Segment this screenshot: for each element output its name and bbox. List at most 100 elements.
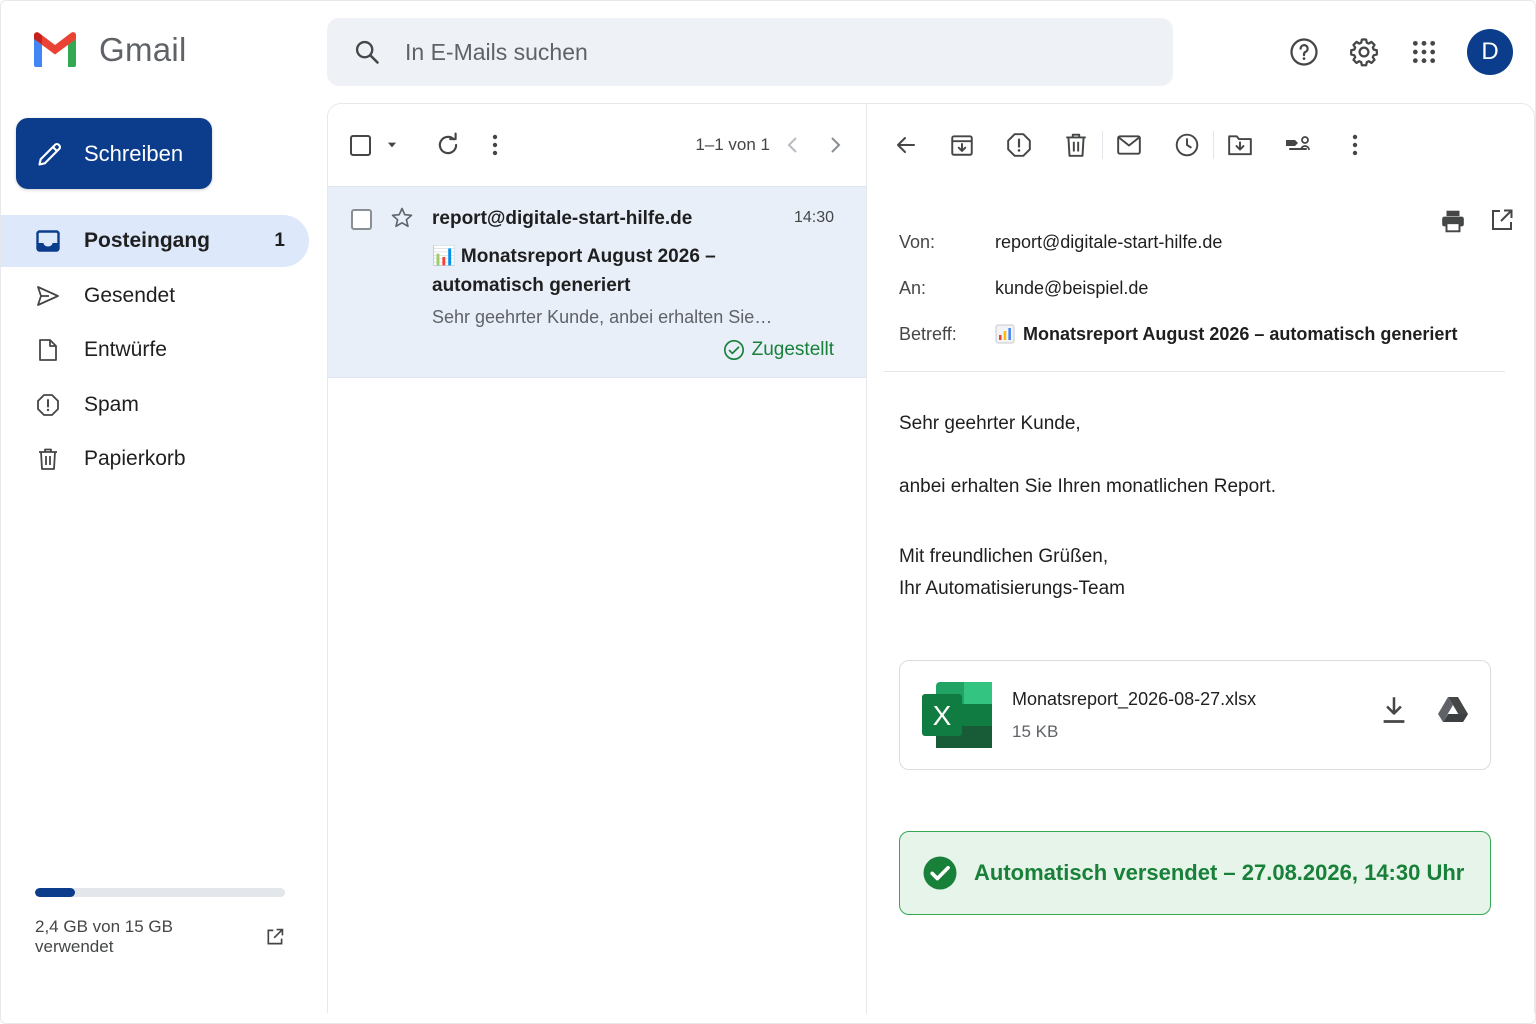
- star-icon[interactable]: [390, 206, 414, 230]
- sidebar-item-spam[interactable]: Spam: [1, 379, 309, 431]
- attachment-actions: [1380, 695, 1468, 725]
- help-icon: [1290, 38, 1318, 66]
- draft-icon: [39, 339, 57, 361]
- delivery-status: Zugestellt: [723, 339, 834, 361]
- archive-button[interactable]: [942, 125, 982, 165]
- chart-emoji-icon: [995, 324, 1015, 344]
- from-row: Von: report@digitale-start-hilfe.de: [899, 219, 1479, 265]
- subject-row: Betreff: Monatsreport August 2026 – auto…: [899, 311, 1479, 357]
- pager: 1–1 von 1: [695, 104, 842, 186]
- check-circle-icon: [723, 340, 744, 360]
- compose-label: Schreiben: [84, 140, 184, 166]
- label-icon: [1286, 136, 1310, 151]
- save-to-drive-icon[interactable]: [1438, 695, 1468, 723]
- select-all-checkbox[interactable]: [350, 134, 371, 156]
- app-name: Gmail: [99, 31, 187, 68]
- chevron-right-icon[interactable]: [828, 136, 842, 154]
- sidebar-item-label: Papierkorb: [84, 447, 186, 470]
- delivery-status-label: Zugestellt: [751, 339, 834, 360]
- reading-pane: Von: report@digitale-start-hilfe.de An: …: [868, 104, 1534, 1014]
- label-button[interactable]: [1278, 125, 1318, 165]
- inbox-icon: [36, 230, 60, 252]
- email-subject: 📊 Monatsreport August 2026 – automatisch…: [432, 246, 716, 296]
- storage-meter: 2,4 GB von 15 GB verwendet: [35, 888, 285, 957]
- sidebar-item-label: Entwürfe: [84, 338, 167, 361]
- header-divider: [884, 371, 1505, 372]
- move-to-folder-icon: [1228, 135, 1252, 156]
- sidebar-nav: Posteingang 1 Gesendet Entwürfe Spam Pap…: [1, 215, 309, 488]
- chevron-left-icon[interactable]: [786, 136, 800, 154]
- archive-icon: [951, 135, 973, 156]
- spam-icon: [37, 393, 59, 416]
- attachment-card[interactable]: X Monatsreport_2026-08-27.xlsx 15 KB: [899, 660, 1491, 770]
- more-vert-icon: [1352, 134, 1358, 156]
- body-greeting: Sehr geehrter Kunde,: [899, 413, 1081, 434]
- row-checkbox[interactable]: [351, 209, 372, 230]
- body-closing: Mit freundlichen Grüßen,: [899, 546, 1109, 567]
- settings-button[interactable]: [1345, 27, 1383, 77]
- search-bar[interactable]: [327, 18, 1173, 86]
- toolbar-divider: [1213, 131, 1214, 159]
- excel-letter: X: [933, 700, 952, 731]
- from-address[interactable]: report@digitale-start-hilfe.de: [995, 232, 1222, 253]
- sidebar-item-inbox[interactable]: Posteingang 1: [1, 215, 309, 267]
- download-icon[interactable]: [1380, 695, 1408, 725]
- delete-button[interactable]: [1056, 125, 1096, 165]
- move-to-button[interactable]: [1220, 125, 1260, 165]
- subject-value: Monatsreport August 2026 – automatisch g…: [995, 324, 1457, 345]
- attachment-size: 15 KB: [1012, 721, 1059, 741]
- arrow-left-icon: [897, 137, 915, 153]
- sidebar-item-sent[interactable]: Gesendet: [1, 270, 309, 322]
- body-signature: Ihr Automatisierungs-Team: [899, 578, 1125, 599]
- back-button[interactable]: [886, 125, 926, 165]
- trash-icon: [1066, 133, 1086, 157]
- refresh-icon[interactable]: [435, 132, 461, 158]
- select-dropdown-icon[interactable]: [385, 138, 399, 152]
- report-spam-button[interactable]: [999, 125, 1039, 165]
- mark-unread-button[interactable]: [1109, 125, 1149, 165]
- excel-file-icon: X: [922, 682, 992, 748]
- more-vert-icon[interactable]: [491, 133, 499, 157]
- storage-bar-fill: [35, 888, 75, 897]
- sidebar-item-label: Posteingang: [84, 229, 211, 252]
- help-button[interactable]: [1285, 27, 1323, 77]
- snooze-button[interactable]: [1167, 125, 1207, 165]
- email-preview: Sehr geehrter Kunde, anbei erhalten Sie…: [432, 307, 773, 327]
- trash-icon: [39, 448, 57, 470]
- send-icon: [37, 285, 59, 306]
- toolbar-divider: [1102, 131, 1103, 159]
- pencil-icon: [38, 142, 62, 166]
- sidebar-item-label: Gesendet: [84, 283, 176, 307]
- auto-sent-banner: Automatisch versendet – 27.08.2026, 14:3…: [899, 831, 1491, 915]
- email-sender: report@digitale-start-hilfe.de: [432, 208, 693, 229]
- gmail-logo[interactable]: Gmail: [31, 31, 187, 69]
- report-spam-icon: [1007, 133, 1031, 157]
- search-input[interactable]: [405, 38, 1105, 66]
- to-label: An:: [899, 277, 927, 298]
- to-address[interactable]: kunde@beispiel.de: [995, 278, 1148, 299]
- email-time: 14:30: [793, 209, 834, 226]
- more-options-button[interactable]: [1335, 125, 1375, 165]
- sidebar-item-trash[interactable]: Papierkorb: [1, 433, 309, 485]
- message-header: Von: report@digitale-start-hilfe.de An: …: [899, 219, 1479, 357]
- subject-text: Monatsreport August 2026 – automatisch g…: [1023, 323, 1458, 344]
- subject-label: Betreff:: [899, 323, 957, 344]
- auto-sent-text: Automatisch versendet – 27.08.2026, 14:3…: [974, 860, 1465, 885]
- email-row[interactable]: report@digitale-start-hilfe.de 14:30 📊 M…: [328, 186, 866, 378]
- external-link-icon[interactable]: [265, 927, 285, 947]
- apps-button[interactable]: [1405, 27, 1443, 77]
- account-avatar[interactable]: D: [1467, 29, 1513, 75]
- clock-icon: [1175, 133, 1199, 157]
- gmail-m-icon: [34, 32, 76, 67]
- sidebar-item-drafts[interactable]: Entwürfe: [1, 324, 309, 376]
- open-in-new-window-icon[interactable]: [1490, 208, 1514, 232]
- message-toolbar: [868, 104, 1534, 186]
- apps-grid-icon: [1412, 40, 1436, 64]
- header-actions: D: [1285, 27, 1513, 77]
- pager-text: 1–1 von 1: [695, 135, 770, 154]
- storage-text: 2,4 GB von 15 GB verwendet: [35, 917, 173, 956]
- search-icon[interactable]: [353, 38, 381, 66]
- mail-icon: [1117, 135, 1141, 155]
- body-line: anbei erhalten Sie Ihren monatlichen Rep…: [899, 476, 1277, 497]
- compose-button[interactable]: Schreiben: [16, 118, 212, 189]
